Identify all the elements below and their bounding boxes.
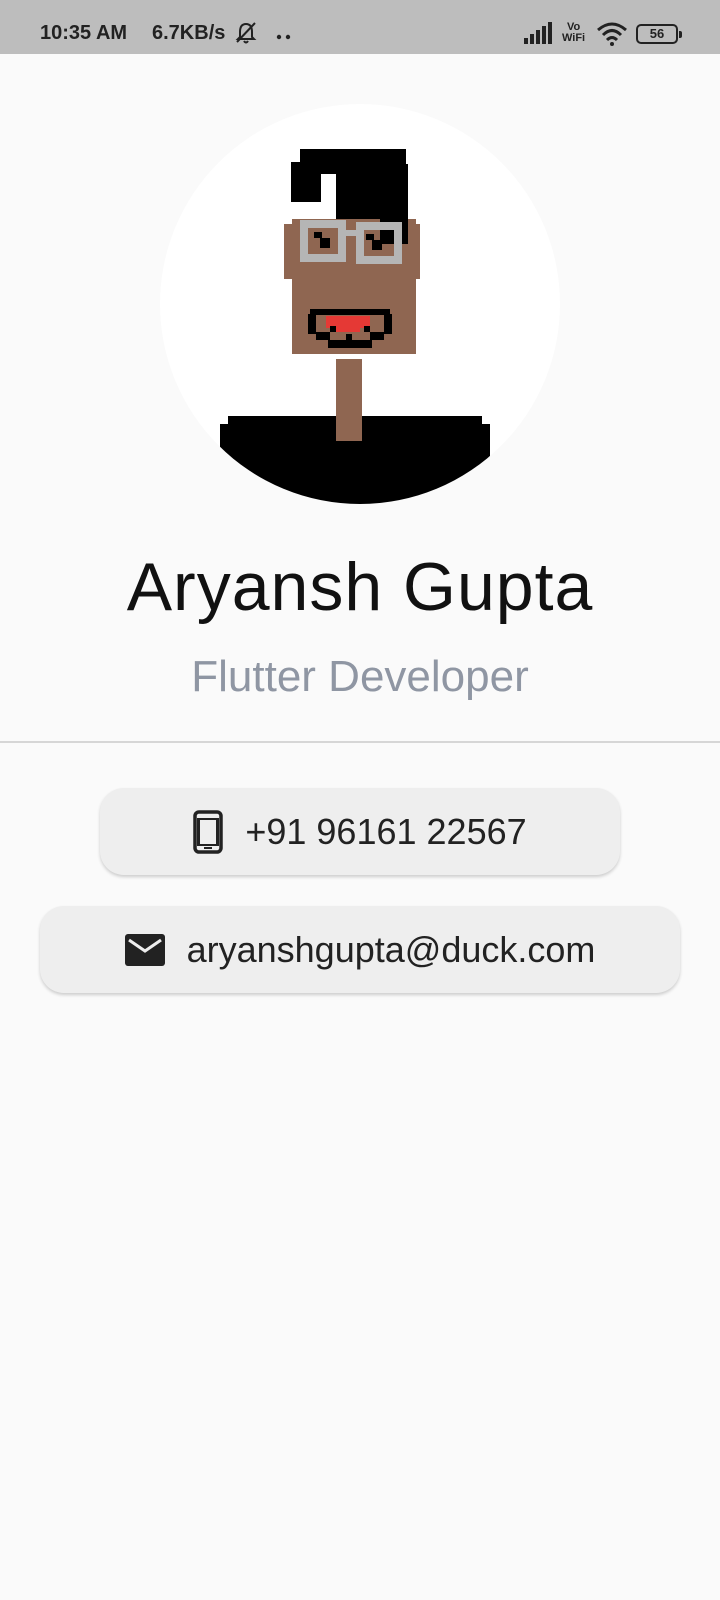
- status-bar: 10:35 AM 6.7KB/s Vo WiFi 56: [0, 0, 720, 54]
- divider: [0, 741, 720, 743]
- mail-icon: [124, 933, 165, 966]
- phone-number: +91 96161 22567: [245, 810, 527, 852]
- phone-card[interactable]: +91 96161 22567: [100, 788, 620, 875]
- battery-icon: 56: [636, 24, 682, 44]
- status-network-speed: 6.7KB/s: [152, 22, 226, 44]
- email-address: aryanshgupta@duck.com: [186, 928, 596, 970]
- wifi-icon: [596, 22, 628, 51]
- profile-name: Aryansh Gupta: [126, 549, 594, 625]
- email-card[interactable]: aryanshgupta@duck.com: [40, 906, 680, 993]
- status-time: 10:35 AM: [40, 22, 128, 44]
- dots-icon: [276, 27, 292, 45]
- bell-off-icon: [235, 21, 257, 50]
- pixel-art-avatar: [220, 149, 490, 504]
- phone-icon: [193, 809, 224, 854]
- vowifi-bottom-label: WiFi: [562, 32, 586, 44]
- signal-icon: [524, 22, 554, 49]
- vowifi-icon: Vo WiFi: [562, 22, 585, 44]
- profile-title: Flutter Developer: [191, 652, 529, 701]
- avatar: [160, 104, 560, 504]
